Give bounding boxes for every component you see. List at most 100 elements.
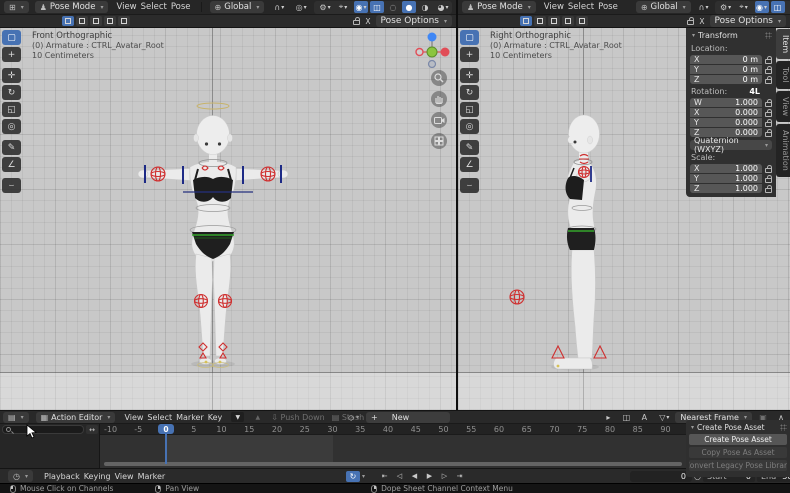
viewport-menu[interactable]: Pose bbox=[169, 2, 193, 12]
lock-icon[interactable] bbox=[765, 122, 772, 127]
viewport-canvas-front[interactable]: Front Orthographic (0) Armature : CTRL_A… bbox=[0, 28, 456, 410]
pose-breakdowner-tool[interactable]: ⌣ bbox=[2, 178, 21, 193]
active-tool-icon[interactable]: ⚙▾ bbox=[719, 1, 733, 13]
show-gizmo-icon[interactable]: ⌖▾ bbox=[336, 1, 350, 13]
timeline-menu[interactable]: View bbox=[113, 472, 136, 481]
character-side-view[interactable] bbox=[500, 88, 650, 378]
timeline-ruler[interactable]: -10-551015202530354045505560657075808590 bbox=[0, 424, 790, 435]
mirror-x-toggle[interactable]: X bbox=[699, 17, 704, 26]
gizmo-x-neg-axis[interactable] bbox=[416, 49, 423, 56]
cursor-tool[interactable]: + bbox=[460, 47, 479, 62]
active-tool-icon[interactable]: ⚙▾ bbox=[318, 1, 332, 13]
shading-wireframe-icon[interactable]: ◌▾ bbox=[787, 1, 790, 13]
editor-type-dropdown[interactable]: ⊞▾ bbox=[4, 1, 29, 13]
dope-sheet-body[interactable]: -10-551015202530354045505560657075808590… bbox=[0, 424, 790, 468]
viewport-menu[interactable]: View bbox=[542, 2, 566, 12]
viewport-canvas-right[interactable]: Right Orthographic (0) Armature : CTRL_A… bbox=[458, 28, 790, 410]
snapping-magnet-icon[interactable]: ∩▾ bbox=[272, 1, 286, 13]
playhead-frame-label[interactable]: 0 bbox=[158, 424, 174, 434]
dope-sheet-menu[interactable]: Key bbox=[206, 413, 225, 422]
proportional-editing-icon[interactable]: ◎▾ bbox=[294, 1, 308, 13]
select-mode-subtract[interactable] bbox=[548, 16, 560, 26]
move-tool[interactable]: ✛ bbox=[460, 68, 479, 83]
viewport-menu[interactable]: View bbox=[114, 2, 138, 12]
channel-region[interactable]: ↔ bbox=[0, 424, 100, 468]
panel-grip-icon[interactable] bbox=[780, 424, 787, 431]
scale-field[interactable]: X1.000 bbox=[690, 164, 772, 173]
scale-tool[interactable]: ◱ bbox=[2, 102, 21, 117]
mirror-x-toggle[interactable]: X bbox=[365, 17, 370, 26]
lock-object-modes-icon[interactable] bbox=[353, 20, 360, 25]
transform-tool[interactable]: ◎ bbox=[2, 119, 21, 134]
select-mode-intersect[interactable] bbox=[118, 16, 130, 26]
lock-icon[interactable] bbox=[765, 79, 772, 84]
viewport-menu[interactable]: Pose bbox=[596, 2, 620, 12]
select-mode-new[interactable] bbox=[62, 16, 74, 26]
lock-icon[interactable] bbox=[765, 188, 772, 193]
measure-tool[interactable]: ∠ bbox=[2, 157, 21, 172]
scale-field[interactable]: Z1.000 bbox=[690, 184, 772, 193]
browse-action-down-button[interactable]: ▼ bbox=[231, 412, 244, 422]
lock-icon[interactable] bbox=[765, 69, 772, 74]
jump-to-end-button[interactable]: ⇥ bbox=[453, 471, 466, 482]
filter-icon[interactable]: ▽▾ bbox=[657, 411, 671, 423]
expand-channels-icon[interactable]: ↔ bbox=[86, 425, 98, 434]
snapping-magnet-icon[interactable]: ∩▾ bbox=[699, 1, 709, 13]
select-box-tool[interactable]: ▢ bbox=[460, 30, 479, 45]
select-mode-invert[interactable] bbox=[562, 16, 574, 26]
lock-icon[interactable] bbox=[765, 59, 772, 64]
measure-tool[interactable]: ∠ bbox=[460, 157, 479, 172]
gizmo-y-axis[interactable] bbox=[427, 47, 437, 57]
xray-toggle-icon[interactable]: ◫▾ bbox=[771, 1, 785, 13]
timeline-menu[interactable]: Marker bbox=[136, 472, 168, 481]
sidebar-tab[interactable]: Tool bbox=[776, 61, 790, 89]
annotate-tool[interactable]: ✎ bbox=[2, 140, 21, 155]
dope-sheet-menu[interactable]: Select bbox=[145, 413, 174, 422]
mode-dropdown[interactable]: ♟Pose Mode▾ bbox=[462, 1, 536, 13]
proportional-edit-icon[interactable]: ◫ bbox=[619, 411, 633, 423]
zoom-button[interactable] bbox=[431, 70, 447, 86]
transform-orientation-dropdown[interactable]: ⊕Global▾ bbox=[210, 1, 265, 13]
select-mode-invert[interactable] bbox=[104, 16, 116, 26]
annotate-tool[interactable]: ✎ bbox=[460, 140, 479, 155]
dope-sheet-menu[interactable]: Marker bbox=[174, 413, 206, 422]
rotate-tool[interactable]: ↻ bbox=[2, 85, 21, 100]
shading-solid-icon[interactable]: ●▾ bbox=[402, 1, 416, 13]
previous-keyframe-button[interactable]: ◁ bbox=[393, 471, 406, 482]
viewport-menu[interactable]: Select bbox=[566, 2, 596, 12]
lock-object-modes-icon[interactable] bbox=[687, 20, 694, 25]
pose-options-dropdown[interactable]: Pose Options▾ bbox=[376, 15, 452, 27]
sidebar-tab[interactable]: Item bbox=[776, 29, 790, 59]
move-tool[interactable]: ✛ bbox=[2, 68, 21, 83]
perspective-ortho-toggle-button[interactable] bbox=[431, 133, 447, 149]
lock-icon[interactable] bbox=[765, 112, 772, 117]
gizmo-z-axis[interactable] bbox=[428, 33, 437, 42]
rotation-field[interactable]: X0.000 bbox=[690, 108, 772, 117]
move-view-hand-button[interactable] bbox=[431, 91, 447, 107]
pose-options-dropdown[interactable]: Pose Options▾ bbox=[710, 15, 786, 27]
navigation-gizmo[interactable] bbox=[414, 30, 450, 68]
gizmo-x-axis[interactable] bbox=[441, 48, 450, 57]
jump-to-start-button[interactable]: ⇤ bbox=[378, 471, 391, 482]
location-field[interactable]: Y0 m bbox=[690, 65, 772, 74]
current-frame-field[interactable]: 0 bbox=[630, 471, 692, 482]
editor-type-dropdown[interactable]: ▤▾ bbox=[3, 412, 29, 423]
panel-grip-icon[interactable] bbox=[765, 32, 772, 39]
rotation-field[interactable]: Y0.000 bbox=[690, 118, 772, 127]
viewport-menu[interactable]: Select bbox=[139, 2, 169, 12]
new-action-button[interactable]: +New bbox=[366, 412, 450, 423]
auto-snap-icon[interactable]: A bbox=[637, 411, 651, 423]
pose-breakdowner-tool[interactable]: ⌣ bbox=[460, 178, 479, 193]
scale-tool[interactable]: ◱ bbox=[460, 102, 479, 117]
shading-wireframe-icon[interactable]: ◌▾ bbox=[386, 1, 400, 13]
select-mode-extend[interactable] bbox=[76, 16, 88, 26]
shading-material-preview-icon[interactable]: ◑▾ bbox=[418, 1, 432, 13]
push-down-button[interactable]: ⇩ Push Down bbox=[271, 413, 324, 422]
camera-view-button[interactable] bbox=[431, 112, 447, 128]
show-overlays-icon[interactable]: ◉▾ bbox=[354, 1, 368, 13]
gizmo-z-neg-axis[interactable] bbox=[429, 61, 436, 68]
convert-legacy-pose-library-button[interactable]: Convert Legacy Pose Library bbox=[689, 460, 787, 471]
play-reverse-button[interactable]: ◀ bbox=[408, 471, 421, 482]
cursor-tool[interactable]: + bbox=[2, 47, 21, 62]
transform-tool[interactable]: ◎ bbox=[460, 119, 479, 134]
